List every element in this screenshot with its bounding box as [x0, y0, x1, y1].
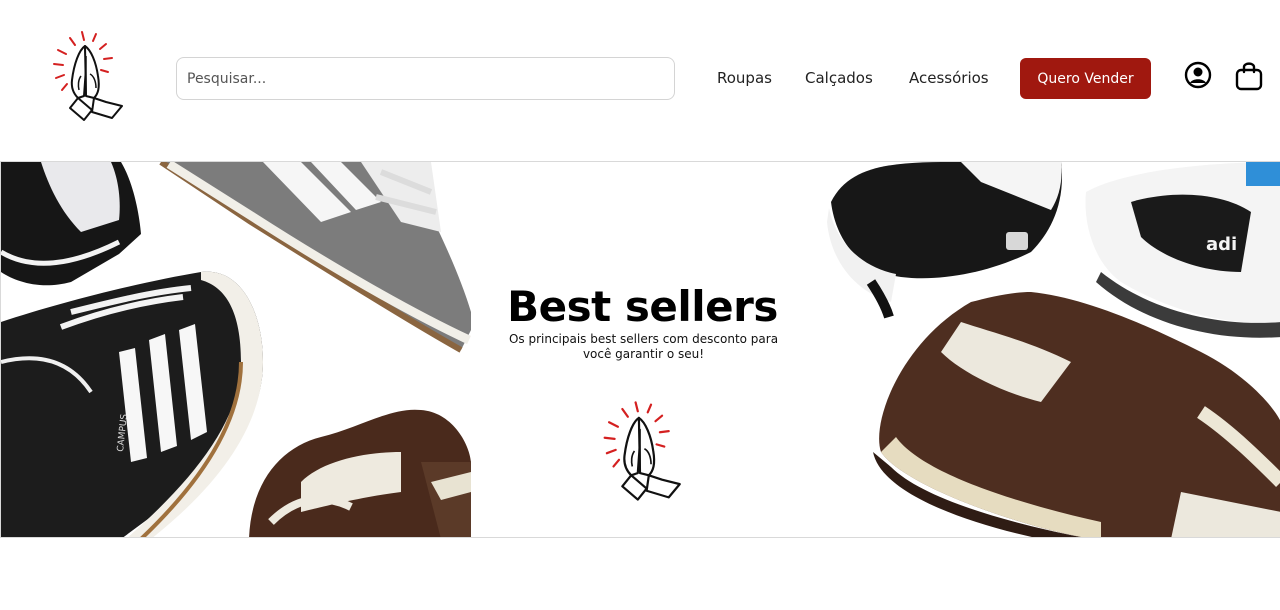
user-circle-icon — [1183, 61, 1213, 93]
user-account-button[interactable] — [1183, 60, 1213, 92]
banner-title: Best sellers — [507, 282, 778, 331]
cart-button[interactable] — [1234, 60, 1264, 92]
black-sneaker-top-left — [1, 162, 141, 286]
quero-vender-button[interactable]: Quero Vender — [1020, 58, 1151, 99]
shopping-bag-icon — [1234, 62, 1264, 95]
search-input[interactable] — [176, 57, 675, 100]
praying-hands-icon — [597, 398, 683, 504]
nav-link-roupas[interactable]: Roupas — [717, 68, 772, 88]
best-sellers-banner[interactable]: CAMPUS adi Best sellers Os principais be… — [0, 161, 1280, 538]
white-adidas-sneaker: adi — [1085, 162, 1280, 338]
brown-dunk-sneaker-bottom — [249, 409, 471, 537]
nav-link-calcados[interactable]: Calçados — [805, 68, 873, 88]
site-header: Roupas Calçados Acessórios Quero Vender — [0, 0, 1280, 160]
banner-subtitle: Os principais best sellers com desconto … — [508, 332, 779, 361]
black-campus-sneaker: CAMPUS — [1, 271, 263, 537]
svg-text:adi: adi — [1206, 234, 1237, 255]
praying-hands-logo-icon[interactable] — [48, 28, 124, 124]
nav-link-acessorios[interactable]: Acessórios — [909, 68, 989, 88]
